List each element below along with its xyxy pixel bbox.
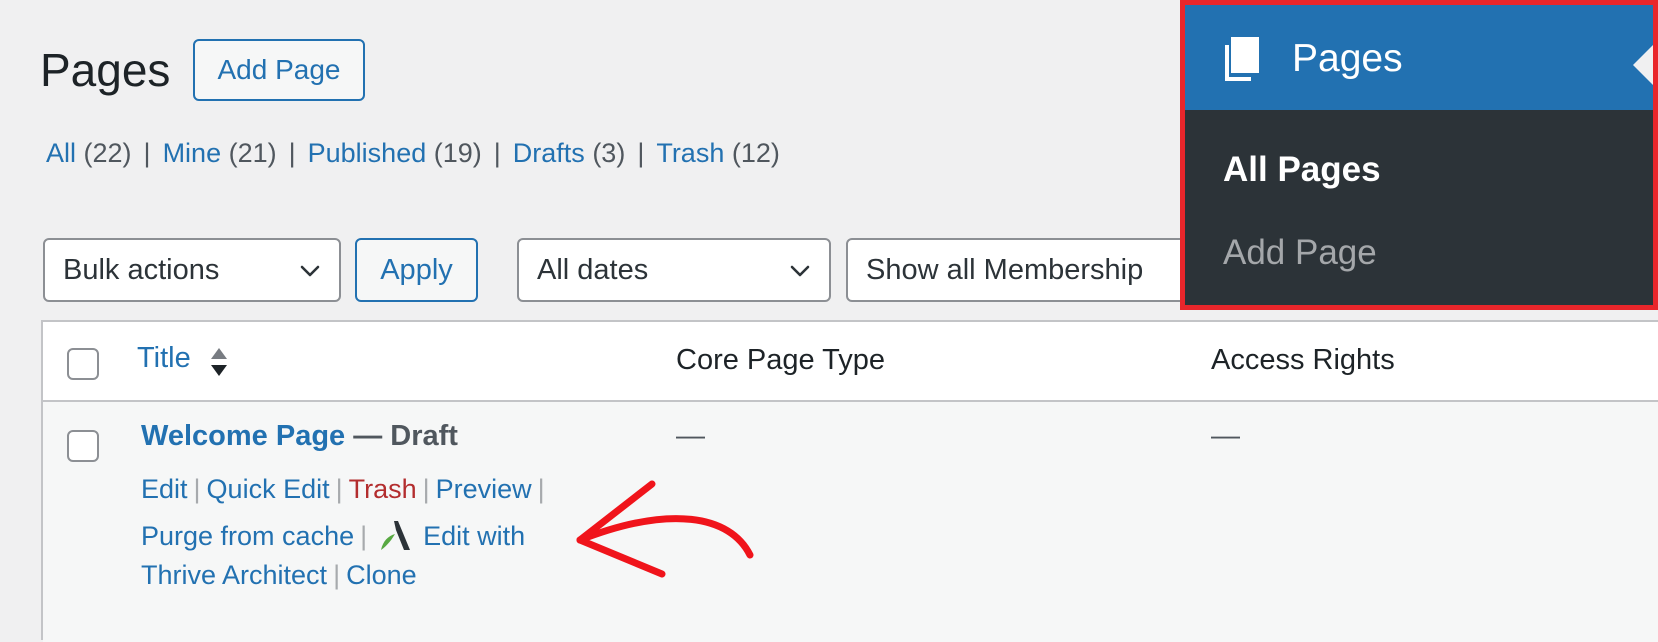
- filter-published[interactable]: Published (19): [308, 138, 482, 168]
- separator: |: [360, 521, 368, 551]
- filter-all-count: (22): [83, 138, 132, 168]
- pages-table: Title Core Page Type Access Rights Welco…: [41, 320, 1658, 642]
- dates-value: All dates: [537, 253, 649, 286]
- column-access-rights-header: Access Rights: [1211, 344, 1395, 376]
- filter-all[interactable]: All (22): [46, 138, 132, 168]
- chevron-down-icon: [300, 265, 320, 277]
- table-row: Welcome Page — Draft — — Edit | Quick Edit…: [43, 402, 1658, 642]
- quick-edit-link[interactable]: Quick Edit: [207, 474, 330, 504]
- core-page-type-cell: —: [676, 420, 705, 452]
- chevron-down-icon: [790, 265, 810, 277]
- filter-drafts-count: (3): [592, 138, 626, 168]
- filter-drafts[interactable]: Drafts (3): [513, 138, 626, 168]
- add-page-button[interactable]: Add Page: [193, 39, 365, 101]
- page-title: Pages: [40, 44, 171, 96]
- separator: |: [143, 138, 151, 168]
- row-checkbox[interactable]: [67, 430, 99, 462]
- apply-button[interactable]: Apply: [355, 238, 478, 302]
- menu-pages-header[interactable]: Pages: [1185, 5, 1653, 110]
- filter-trash-count: (12): [731, 138, 780, 168]
- preview-link[interactable]: Preview: [436, 474, 532, 504]
- filter-all-link[interactable]: All: [46, 138, 76, 168]
- column-title-header[interactable]: Title: [137, 342, 191, 375]
- separator: |: [333, 560, 341, 590]
- post-state: — Draft: [345, 420, 458, 452]
- submenu-add-page[interactable]: Add Page: [1223, 233, 1377, 273]
- separator: |: [193, 474, 201, 504]
- trash-link[interactable]: Trash: [349, 474, 417, 504]
- separator: |: [493, 138, 501, 168]
- submenu-all-pages[interactable]: All Pages: [1223, 150, 1381, 190]
- menu-pages-label: Pages: [1292, 37, 1403, 80]
- thrive-architect-icon: [381, 521, 411, 550]
- clone-link[interactable]: Clone: [346, 560, 417, 590]
- dates-select[interactable]: All dates: [517, 238, 831, 302]
- bulk-actions-value: Bulk actions: [63, 253, 220, 286]
- row-actions-line-3: Thrive Architect | Clone: [141, 560, 417, 591]
- status-filters: All (22) | Mine (21) | Published (19) | Drafts…: [46, 138, 780, 169]
- menu-pointer: [1633, 45, 1653, 85]
- separator: |: [335, 474, 343, 504]
- filter-mine-link[interactable]: Mine: [163, 138, 222, 168]
- pages-icon: [1225, 37, 1259, 81]
- select-all-checkbox[interactable]: [67, 348, 99, 380]
- row-actions-line-2: Purge from cache | Edit with: [141, 517, 525, 553]
- edit-link[interactable]: Edit: [141, 474, 188, 504]
- filter-published-count: (19): [433, 138, 482, 168]
- row-actions-line-1: Edit | Quick Edit | Trash | Preview |: [141, 474, 551, 505]
- page-title-link[interactable]: Welcome Page: [141, 420, 345, 452]
- table-header: Title Core Page Type Access Rights: [43, 322, 1658, 402]
- sort-icon[interactable]: [209, 344, 229, 380]
- red-arrow-annotation: [576, 480, 754, 578]
- membership-value: Show all Membership: [866, 253, 1144, 286]
- admin-menu-pages-flyout: Pages All Pages Add Page: [1180, 0, 1658, 310]
- separator: |: [288, 138, 296, 168]
- column-core-page-type-header: Core Page Type: [676, 344, 886, 376]
- filter-trash-link[interactable]: Trash: [656, 138, 724, 168]
- thrive-architect-link[interactable]: Thrive Architect: [141, 560, 327, 590]
- filter-drafts-link[interactable]: Drafts: [513, 138, 585, 168]
- bulk-actions-select[interactable]: Bulk actions: [43, 238, 341, 302]
- separator: |: [422, 474, 430, 504]
- filter-mine[interactable]: Mine (21): [163, 138, 277, 168]
- filter-published-link[interactable]: Published: [308, 138, 427, 168]
- edit-with-link[interactable]: Edit with: [423, 521, 525, 551]
- purge-cache-link[interactable]: Purge from cache: [141, 521, 354, 551]
- separator: |: [637, 138, 645, 168]
- separator: |: [537, 474, 545, 504]
- filter-trash[interactable]: Trash (12): [656, 138, 780, 168]
- access-rights-cell: —: [1211, 420, 1240, 452]
- row-title: Welcome Page — Draft: [141, 420, 458, 453]
- filter-mine-count: (21): [228, 138, 277, 168]
